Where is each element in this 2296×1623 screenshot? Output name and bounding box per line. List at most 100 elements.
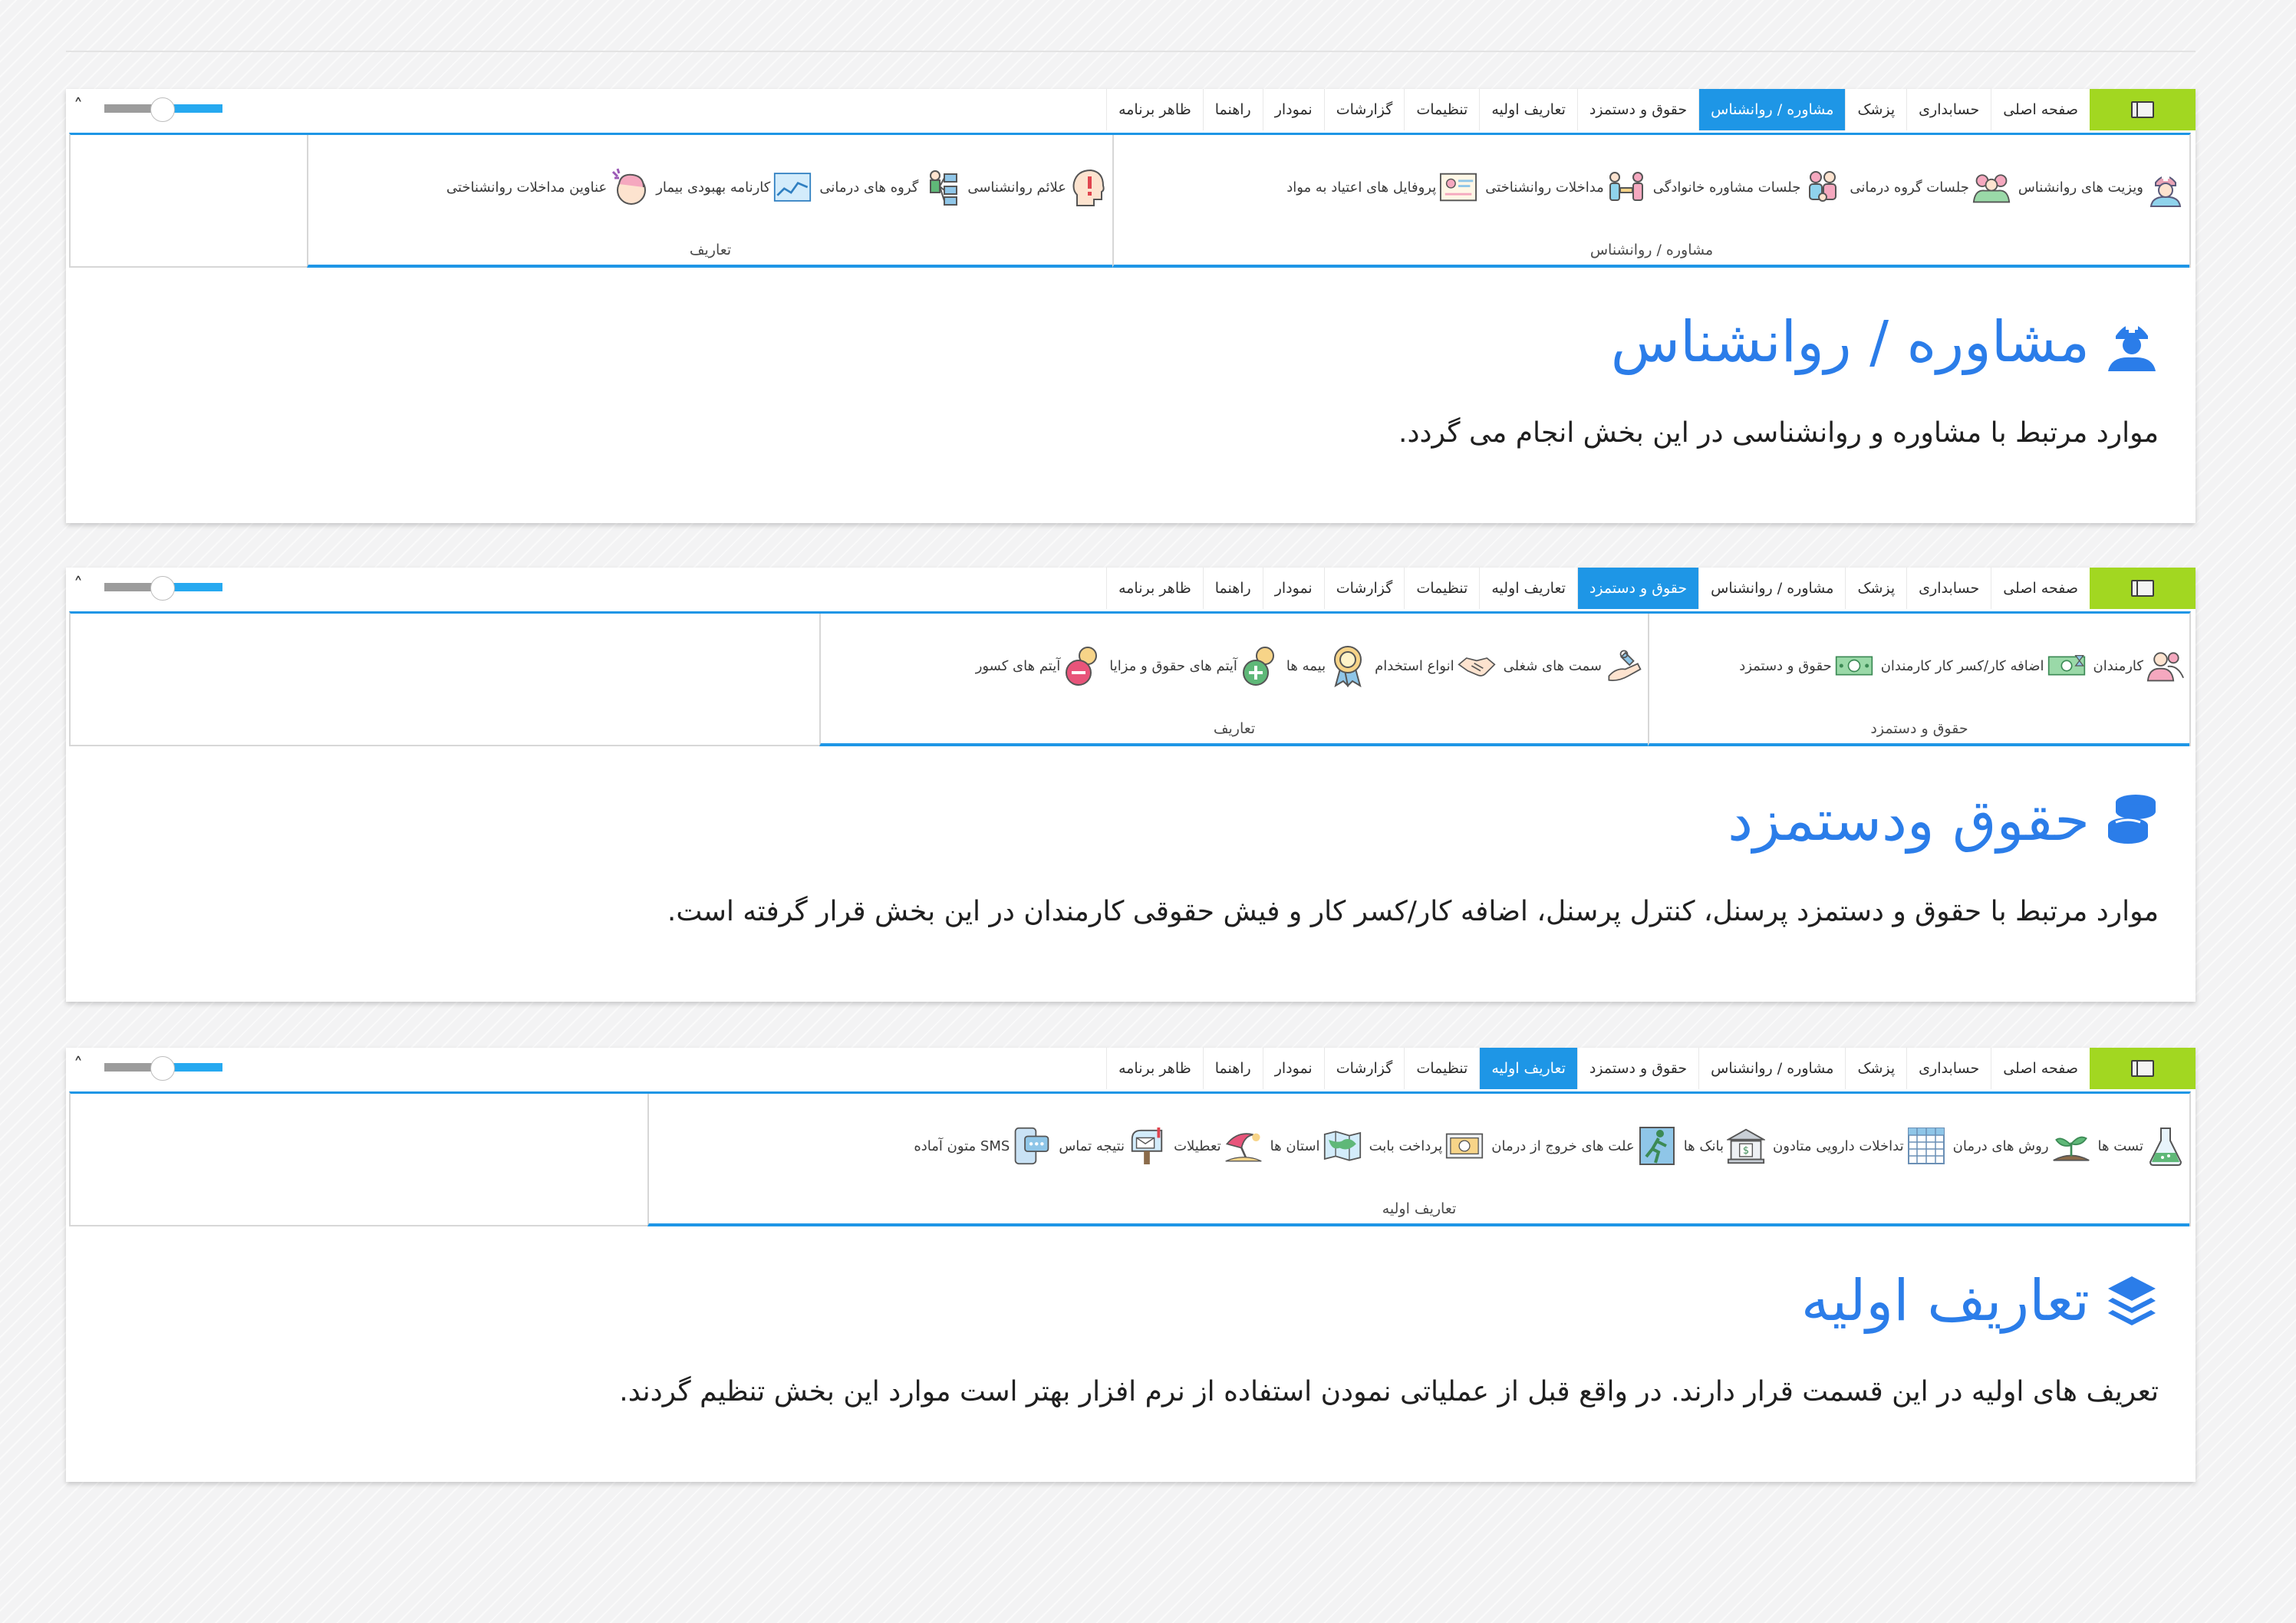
ribbon-item-tests[interactable]: تست ها: [2098, 1124, 2185, 1167]
handshake-icon: [1457, 644, 1496, 687]
section-card-basic-definitions: صفحه اصلی حسابداری پزشک مشاوره / روانشنا…: [66, 1048, 2196, 1482]
tab-basic-definitions[interactable]: تعاریف اولیه: [1479, 1048, 1577, 1089]
app-menu-button[interactable]: [2090, 568, 2196, 609]
section-description: موارد مرتبط با حقوق و دستمزد پرسنل، کنتر…: [667, 896, 2159, 927]
tab-help[interactable]: راهنما: [1202, 1048, 1263, 1089]
tab-settings[interactable]: تنظیمات: [1404, 89, 1479, 130]
ribbon-item-label: تداخلات دارویی متادون: [1773, 1137, 1904, 1154]
ribbon-item-recovery-report[interactable]: کارنامه بهبودی بیمار: [656, 166, 812, 209]
tab-reports[interactable]: گزارشات: [1323, 568, 1405, 609]
ribbon-item-addiction-profiles[interactable]: پروفایل های اعتیاد به مواد: [1286, 166, 1477, 209]
ribbon-item-banks[interactable]: $ بانک ها: [1684, 1124, 1765, 1167]
collapse-ribbon-button[interactable]: ˄: [74, 95, 83, 117]
collapse-ribbon-button[interactable]: ˄: [74, 574, 83, 595]
ribbon-item-label: انواع استخدام: [1375, 657, 1454, 674]
ribbon-item-benefit-items[interactable]: آیتم های حقوق و مزایا: [1109, 644, 1279, 687]
sprout-icon: [2052, 1124, 2090, 1167]
tab-appearance[interactable]: ظاهر برنامه: [1106, 568, 1203, 609]
tab-accounting[interactable]: حسابداری: [1906, 89, 1991, 130]
app-menu-button[interactable]: [2090, 89, 2196, 130]
tab-reports[interactable]: گزارشات: [1323, 1048, 1405, 1089]
tab-charts[interactable]: نمودار: [1262, 89, 1324, 130]
tab-counseling[interactable]: مشاوره / روانشناس: [1698, 1048, 1845, 1089]
ribbon-item-psych-interventions[interactable]: مداخلات روانشناختی: [1485, 166, 1645, 209]
zoom-slider[interactable]: [104, 576, 222, 601]
tab-settings[interactable]: تنظیمات: [1404, 568, 1479, 609]
ribbon-item-group-therapy-sessions[interactable]: جلسات گروه درمانی: [1850, 166, 2011, 209]
slider-knob[interactable]: [150, 576, 175, 601]
tab-home[interactable]: صفحه اصلی: [1991, 568, 2090, 609]
tab-payroll[interactable]: حقوق و دستمزد: [1576, 89, 1698, 130]
ribbon-item-label: تعطیلات: [1174, 1137, 1221, 1154]
tab-appearance[interactable]: ظاهر برنامه: [1106, 89, 1203, 130]
app-menu-button[interactable]: [2090, 1048, 2196, 1089]
ribbon-group-counseling: ویزیت های روانشناس جلسات گروه درمانی جلس…: [1112, 135, 2189, 268]
ribbon-item-overtime-deduction[interactable]: اضافه کار/کسر کار کارمندان: [1881, 644, 2086, 687]
ribbon-item-employment-types[interactable]: انواع استخدام: [1375, 644, 1496, 687]
ribbon-item-sms-templates[interactable]: متون آماده SMS: [914, 1124, 1051, 1167]
zoom-slider[interactable]: [104, 97, 222, 122]
tab-reports[interactable]: گزارشات: [1323, 89, 1405, 130]
meeting-icon: [1607, 166, 1645, 209]
page-title: مشاوره / روانشناس: [1610, 309, 2090, 375]
ribbon-item-payroll[interactable]: حقوق و دستمزد: [1739, 644, 1873, 687]
tab-charts[interactable]: نمودار: [1262, 568, 1324, 609]
section-description: موارد مرتبط با مشاوره و روانشناسی در این…: [1398, 417, 2159, 449]
slider-knob[interactable]: [150, 1056, 175, 1081]
tab-doctor[interactable]: پزشک: [1845, 89, 1906, 130]
collapse-ribbon-button[interactable]: ˄: [74, 1054, 83, 1075]
ribbon-item-family-sessions[interactable]: جلسات مشاوره خانوادگی: [1653, 166, 1843, 209]
grid-icon: [1907, 1124, 1945, 1167]
ribbon-item-deduction-items[interactable]: آیتم های کسور: [976, 644, 1102, 687]
tab-basic-definitions[interactable]: تعاریف اولیه: [1479, 568, 1577, 609]
tab-payroll[interactable]: حقوق و دستمزد: [1576, 1048, 1698, 1089]
nurse-icon: [2146, 166, 2185, 209]
ribbon-item-methadone-interactions[interactable]: تداخلات دارویی متادون: [1773, 1124, 1945, 1167]
ribbon-item-intervention-titles[interactable]: عناوین مداخلات روانشناختی: [446, 166, 648, 209]
profile-card-icon: [1439, 166, 1477, 209]
tab-counseling[interactable]: مشاوره / روانشناس: [1698, 568, 1845, 609]
ribbon-item-payment-for[interactable]: پرداخت بابت: [1369, 1124, 1484, 1167]
tab-help[interactable]: راهنما: [1202, 89, 1263, 130]
ribbon-item-holidays[interactable]: تعطیلات: [1174, 1124, 1263, 1167]
tab-help[interactable]: راهنما: [1202, 568, 1263, 609]
tab-doctor[interactable]: پزشک: [1845, 568, 1906, 609]
ribbon-item-call-result[interactable]: نتیجه تماس: [1059, 1124, 1166, 1167]
ribbon-item-treatment-methods[interactable]: روش های درمان: [1953, 1124, 2090, 1167]
org-chart-icon: [921, 166, 960, 209]
payment-icon: [1445, 1124, 1484, 1167]
ribbon-item-label: جلسات گروه درمانی: [1850, 179, 1969, 196]
ribbon-item-label: پرداخت بابت: [1369, 1137, 1443, 1154]
tab-charts[interactable]: نمودار: [1262, 1048, 1324, 1089]
tab-list: صفحه اصلی حسابداری پزشک مشاوره / روانشنا…: [1106, 1048, 2196, 1089]
ribbon-item-insurances[interactable]: بیمه ها: [1286, 644, 1367, 687]
tab-accounting[interactable]: حسابداری: [1906, 568, 1991, 609]
tab-doctor[interactable]: پزشک: [1845, 1048, 1906, 1089]
layers-icon: [2108, 1276, 2156, 1325]
ribbon-item-treatment-exit-reasons[interactable]: علت های خروج از درمان: [1491, 1124, 1675, 1167]
slider-knob[interactable]: [150, 97, 175, 122]
ribbon-group-definitions: علائم روانشناسی گروه های درمانی کارنامه …: [307, 135, 1112, 268]
ribbon-item-job-positions[interactable]: سمت های شغلی: [1504, 644, 1643, 687]
ribbon-item-label: بانک ها: [1683, 1137, 1724, 1154]
line-chart-icon: [773, 166, 812, 209]
ribbon-item-employees[interactable]: کارمندان: [2093, 644, 2186, 687]
tab-counseling[interactable]: مشاوره / روانشناس: [1698, 89, 1846, 130]
ribbon-item-psych-symptoms[interactable]: علائم روانشناسی: [967, 166, 1108, 209]
zoom-slider[interactable]: [104, 1056, 222, 1081]
tab-payroll[interactable]: حقوق و دستمزد: [1576, 568, 1699, 609]
ribbon-item-label: متون آماده SMS: [914, 1137, 1010, 1154]
tab-accounting[interactable]: حسابداری: [1906, 1048, 1991, 1089]
umbrella-icon: [1224, 1124, 1263, 1167]
tab-home[interactable]: صفحه اصلی: [1991, 89, 2090, 130]
ribbon-items: علائم روانشناسی گروه های درمانی کارنامه …: [446, 166, 1108, 209]
ribbon-items: تست ها روش های درمان تداخلات دارویی متاد…: [914, 1124, 2185, 1167]
tab-basic-definitions[interactable]: تعاریف اولیه: [1479, 89, 1577, 130]
tab-appearance[interactable]: ظاهر برنامه: [1106, 1048, 1203, 1089]
ribbon-item-label: ویزیت های روانشناس: [2018, 179, 2143, 196]
ribbon-item-provinces[interactable]: استان ها: [1270, 1124, 1362, 1167]
ribbon-item-psychologist-visits[interactable]: ویزیت های روانشناس: [2018, 166, 2185, 209]
tab-home[interactable]: صفحه اصلی: [1991, 1048, 2090, 1089]
tab-settings[interactable]: تنظیمات: [1404, 1048, 1479, 1089]
ribbon-item-therapy-groups[interactable]: گروه های درمانی: [819, 166, 960, 209]
